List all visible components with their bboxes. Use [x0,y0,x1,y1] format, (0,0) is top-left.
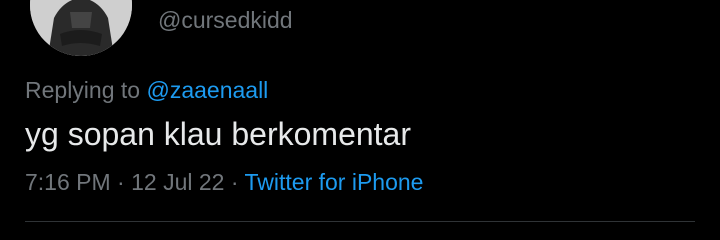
tweet: @cursedkidd Replying to @zaaenaall yg so… [0,0,720,240]
meta-separator: · [110,169,132,195]
replying-to-line: Replying to @zaaenaall [25,76,268,104]
avatar[interactable] [30,0,132,56]
avatar-image [30,0,132,56]
author-handle[interactable]: @cursedkidd [158,6,293,34]
meta-separator: · [224,169,245,195]
tweet-source-link[interactable]: Twitter for iPhone [245,169,424,195]
replying-to-mention[interactable]: @zaaenaall [146,77,268,103]
tweet-date[interactable]: 12 Jul 22 [131,169,224,195]
tweet-time[interactable]: 7:16 PM [25,169,111,195]
tweet-text: yg sopan klau berkomentar [25,116,411,152]
divider [25,221,695,222]
replying-to-label: Replying to [25,77,147,103]
tweet-metadata: 7:16 PM · 12 Jul 22 · Twitter for iPhone [25,168,423,196]
